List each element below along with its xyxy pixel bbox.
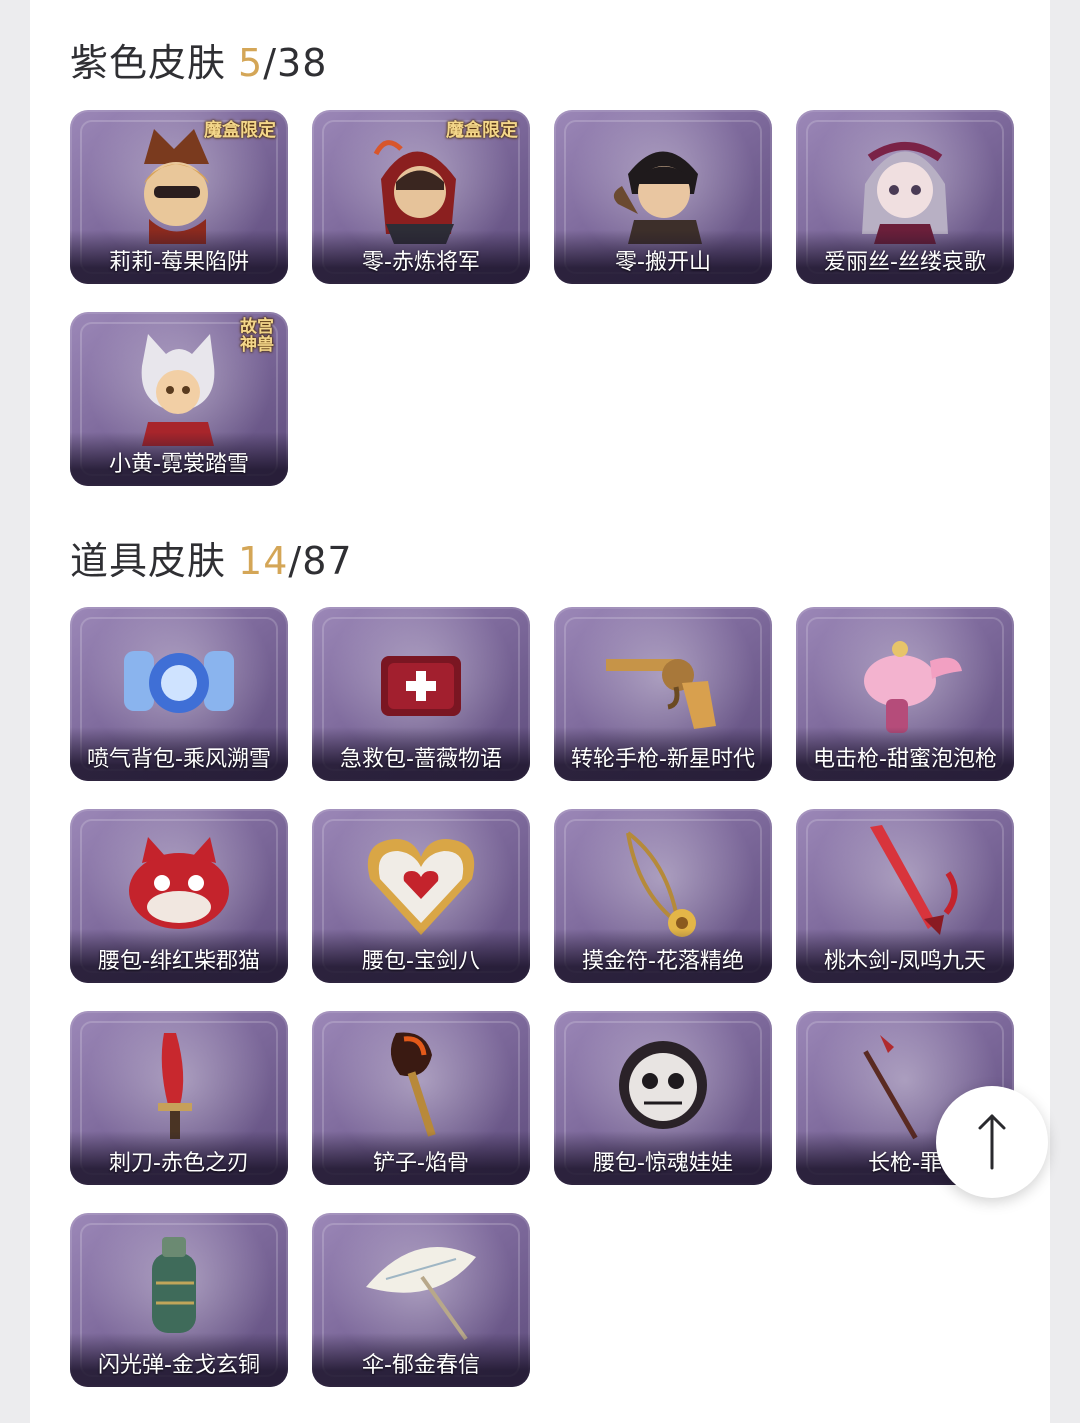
owned-count: 5: [238, 41, 264, 85]
character-portrait-icon: [373, 140, 456, 244]
character-portrait-icon: [613, 151, 702, 244]
skin-card[interactable]: 故宫 神兽 小黄-霓裳踏雪: [70, 312, 288, 486]
owned-count: 14: [238, 539, 289, 583]
card-label: 桃木剑-凤鸣九天: [824, 949, 986, 974]
scroll-to-top-button[interactable]: [936, 1086, 1048, 1198]
card-label: 急救包-蔷薇物语: [340, 747, 502, 772]
palace-badge: 故宫 神兽: [240, 317, 274, 355]
card-label: 腰包-惊魂娃娃: [593, 1151, 733, 1176]
item-card[interactable]: 摸金符-花落精绝: [554, 809, 772, 983]
item-card[interactable]: 伞-郁金春信: [312, 1213, 530, 1387]
total-count: 38: [277, 41, 328, 85]
card-label: 转轮手枪-新星时代: [571, 747, 755, 772]
heart-bag-icon: [367, 839, 475, 935]
umbrella-icon: [366, 1247, 476, 1341]
first-aid-kit-icon: [381, 656, 461, 716]
limited-badge: 魔盒限定: [446, 120, 518, 141]
card-label: 刺刀-赤色之刃: [109, 1151, 249, 1176]
card-label: 喷气背包-乘风溯雪: [87, 747, 271, 772]
character-portrait-icon: [144, 129, 209, 244]
card-label: 腰包-绯红柴郡猫: [98, 949, 260, 974]
card-label: 闪光弹-金戈玄铜: [98, 1353, 260, 1378]
purple-skins-grid: 魔盒限定 莉莉-莓果陷阱 魔盒限定 零-赤炼将军 零-搬开山 爱丽丝-丝缕哀歌 …: [70, 110, 1014, 486]
doll-bag-icon: [619, 1041, 707, 1129]
skin-card[interactable]: 零-搬开山: [554, 110, 772, 284]
item-card[interactable]: 桃木剑-凤鸣九天: [796, 809, 1014, 983]
card-label: 小黄-霓裳踏雪: [109, 452, 249, 477]
card-label: 伞-郁金春信: [362, 1353, 480, 1378]
item-card[interactable]: 铲子-焰骨: [312, 1011, 530, 1185]
item-card[interactable]: 腰包-惊魂娃娃: [554, 1011, 772, 1185]
limited-badge: 魔盒限定: [204, 120, 276, 141]
skin-card[interactable]: 魔盒限定 零-赤炼将军: [312, 110, 530, 284]
card-label: 腰包-宝剑八: [362, 949, 480, 974]
item-card[interactable]: 转轮手枪-新星时代: [554, 607, 772, 781]
section-title-purple-skins: 紫色皮肤 5 / 38: [70, 32, 327, 87]
item-card[interactable]: 刺刀-赤色之刃: [70, 1011, 288, 1185]
item-card[interactable]: 电击枪-甜蜜泡泡枪: [796, 607, 1014, 781]
flashbang-icon: [152, 1237, 196, 1333]
card-label: 莉莉-莓果陷阱: [109, 250, 249, 275]
charm-necklace-icon: [626, 831, 696, 937]
card-label: 爱丽丝-丝缕哀歌: [824, 250, 986, 275]
arrow-up-icon: [978, 1114, 1006, 1170]
item-card[interactable]: 闪光弹-金戈玄铜: [70, 1213, 288, 1387]
item-card[interactable]: 急救包-蔷薇物语: [312, 607, 530, 781]
peach-sword-icon: [870, 825, 958, 935]
item-card[interactable]: 腰包-绯红柴郡猫: [70, 809, 288, 983]
card-label: 电击枪-甜蜜泡泡枪: [813, 747, 997, 772]
count-separator: /: [288, 539, 303, 583]
shovel-icon: [390, 1032, 436, 1137]
section-title-text: 紫色皮肤: [70, 41, 227, 85]
item-card[interactable]: 腰包-宝剑八: [312, 809, 530, 983]
stun-gun-icon: [864, 641, 962, 733]
skin-card[interactable]: 爱丽丝-丝缕哀歌: [796, 110, 1014, 284]
card-label: 铲子-焰骨: [373, 1151, 469, 1176]
waist-bag-cat-icon: [129, 837, 229, 929]
card-label: 摸金符-花落精绝: [582, 949, 744, 974]
section-title-text: 道具皮肤: [70, 539, 227, 583]
character-portrait-icon: [862, 142, 948, 244]
jetpack-icon: [124, 651, 234, 713]
dagger-icon: [158, 1033, 192, 1139]
item-card[interactable]: 喷气背包-乘风溯雪: [70, 607, 288, 781]
card-label: 零-赤炼将军: [362, 250, 480, 275]
section-title-item-skins: 道具皮肤 14 / 87: [70, 530, 353, 585]
total-count: 87: [302, 539, 353, 583]
count-separator: /: [263, 41, 278, 85]
card-label: 零-搬开山: [615, 250, 711, 275]
skin-card[interactable]: 魔盒限定 莉莉-莓果陷阱: [70, 110, 288, 284]
revolver-icon: [606, 659, 716, 729]
item-skins-grid: 喷气背包-乘风溯雪 急救包-蔷薇物语 转轮手枪-新星时代 电击枪-甜蜜泡泡枪 腰…: [70, 607, 1014, 1387]
character-portrait-icon: [141, 334, 215, 446]
